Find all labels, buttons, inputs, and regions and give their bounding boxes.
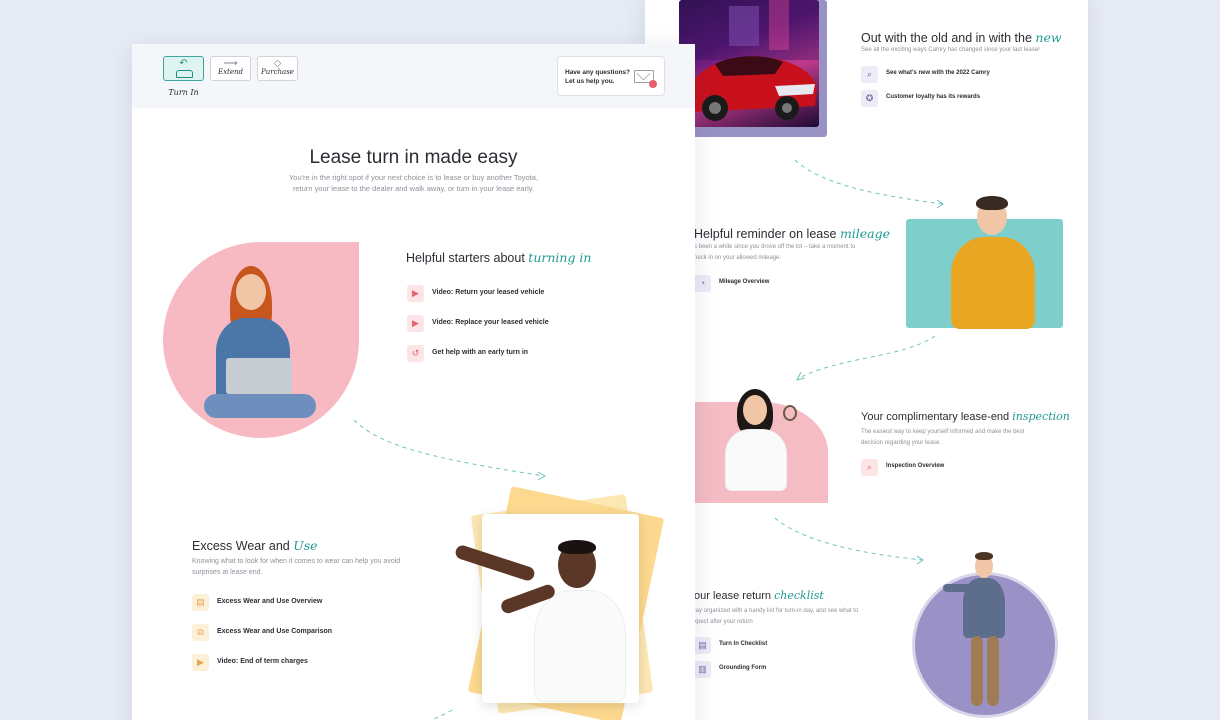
dashed-connector — [796, 335, 936, 381]
starters-title-accent: turning in — [528, 250, 592, 265]
document-icon: ▤ — [192, 594, 209, 611]
link-return-vehicle[interactable]: ▶ Video: Return your leased vehicle — [407, 285, 627, 303]
starters-section-title: Helpful starters about turning in — [406, 250, 591, 265]
link-label: Inspection Overview — [886, 463, 945, 469]
inspection-title-accent: inspection — [1012, 410, 1070, 423]
car-icon — [176, 70, 193, 78]
car-image — [679, 0, 819, 127]
page-subtitle: You're in the right spot if your next ch… — [288, 173, 539, 193]
new-title-text: Out with the old and in with the — [861, 31, 1032, 45]
tab-purchase[interactable]: ◇ Purchase — [257, 56, 298, 81]
lease-tabs-header: ↶ Turn In ⟶ Extend ◇ Purchase Have any q… — [132, 44, 695, 108]
inspection-title-text: Your complimentary lease-end — [861, 411, 1010, 423]
tab-label: Extend — [217, 68, 243, 76]
link-end-of-term-video[interactable]: ▶ Video: End of term charges — [192, 654, 392, 672]
clipboard-icon: ▤ — [694, 637, 711, 654]
tab-turn-in[interactable]: ↶ — [163, 56, 204, 81]
play-icon: ▶ — [192, 654, 209, 671]
starters-title-text: Helpful starters about — [406, 251, 525, 265]
link-early-turn-in[interactable]: ↺ Get help with an early turn in — [407, 345, 627, 363]
form-icon: ▥ — [694, 661, 711, 678]
page-title: Lease turn in made easy — [309, 147, 518, 168]
wear-title-text: Excess Wear and — [192, 539, 290, 553]
dashed-connector — [429, 709, 453, 720]
link-label: Video: Return your leased vehicle — [432, 289, 545, 296]
link-inspection-overview[interactable]: ⌕ Inspection Overview — [861, 459, 1031, 477]
dashed-connector — [794, 159, 944, 209]
compare-icon: ⧉ — [192, 624, 209, 641]
link-label: Customer loyalty has its rewards — [886, 94, 981, 100]
link-loyalty[interactable]: ✪ Customer loyalty has its rewards — [861, 90, 1061, 108]
link-label: Grounding Form — [719, 665, 767, 671]
inspection-subtitle: The easiest way to keep yourself informe… — [861, 429, 1025, 446]
link-label: Video: End of term charges — [217, 658, 308, 665]
help-button[interactable]: Have any questions? Let us help you. — [557, 56, 665, 96]
link-wear-overview[interactable]: ▤ Excess Wear and Use Overview — [192, 594, 392, 612]
checklist-subtitle: tay organized with a handy list for turn… — [694, 608, 859, 625]
link-turnin-checklist[interactable]: ▤ Turn In Checklist — [694, 637, 864, 655]
new-title-accent: new — [1035, 30, 1062, 45]
dashed-connector — [774, 517, 924, 565]
wear-title-accent: Use — [293, 538, 318, 553]
mileage-subtitle: s been a while since you drove off the l… — [694, 244, 856, 261]
award-icon: ✪ — [861, 90, 878, 107]
mileage-title-text: Helpful reminder on lease — [694, 227, 837, 241]
wear-section-title: Excess Wear and Use — [192, 538, 318, 553]
magnifier-icon: ⌕ — [861, 459, 878, 476]
link-label: Excess Wear and Use Overview — [217, 598, 323, 605]
link-label: Video: Replace your leased vehicle — [432, 319, 549, 326]
inspection-section-title: Your complimentary lease-end inspection — [861, 410, 1070, 423]
link-label: See what's new with the 2022 Camry — [886, 70, 990, 76]
right-page-card: Out with the old and in with the new See… — [645, 0, 1088, 720]
mileage-title-accent: mileage — [839, 226, 891, 241]
return-arrow-icon: ↶ — [179, 58, 188, 69]
link-label: Get help with an early turn in — [432, 349, 529, 356]
checklist-section-title: our lease return checklist — [694, 589, 824, 602]
link-mileage-overview[interactable]: ◔ Mileage Overview — [694, 275, 864, 293]
tab-label: Purchase — [261, 68, 294, 76]
gauge-icon: ◔ — [694, 275, 711, 292]
checklist-title-text: our lease return — [694, 590, 772, 602]
search-icon: ⌕ — [861, 66, 878, 83]
help-text: Have any questions? Let us help you. — [565, 69, 631, 85]
mileage-section-title: Helpful reminder on lease mileage — [694, 226, 890, 241]
tab-turn-in-label: Turn In — [168, 88, 199, 97]
link-label: Mileage Overview — [719, 279, 770, 285]
wear-subtitle: Knowing what to look for when it comes t… — [192, 558, 401, 576]
laptop-icon — [226, 358, 292, 394]
link-whats-new[interactable]: ⌕ See what's new with the 2022 Camry — [861, 66, 1061, 84]
left-page-card: ↶ Turn In ⟶ Extend ◇ Purchase Have any q… — [132, 44, 695, 720]
link-wear-comparison[interactable]: ⧉ Excess Wear and Use Comparison — [192, 624, 392, 642]
link-grounding-form[interactable]: ▥ Grounding Form — [694, 661, 864, 679]
link-label: Excess Wear and Use Comparison — [217, 628, 333, 635]
new-subtitle: See all the exciting ways Camry has chan… — [861, 47, 1040, 53]
link-label: Turn In Checklist — [719, 641, 768, 647]
checklist-title-accent: checklist — [774, 589, 824, 602]
link-replace-vehicle[interactable]: ▶ Video: Replace your leased vehicle — [407, 315, 627, 333]
new-section-title: Out with the old and in with the new — [861, 30, 1062, 45]
tab-extend[interactable]: ⟶ Extend — [210, 56, 251, 81]
history-icon: ↺ — [407, 345, 424, 362]
notification-dot — [649, 80, 657, 88]
car-illustration — [679, 0, 819, 121]
play-icon: ▶ — [407, 285, 424, 302]
play-icon: ▶ — [407, 315, 424, 332]
dashed-connector — [353, 419, 547, 481]
